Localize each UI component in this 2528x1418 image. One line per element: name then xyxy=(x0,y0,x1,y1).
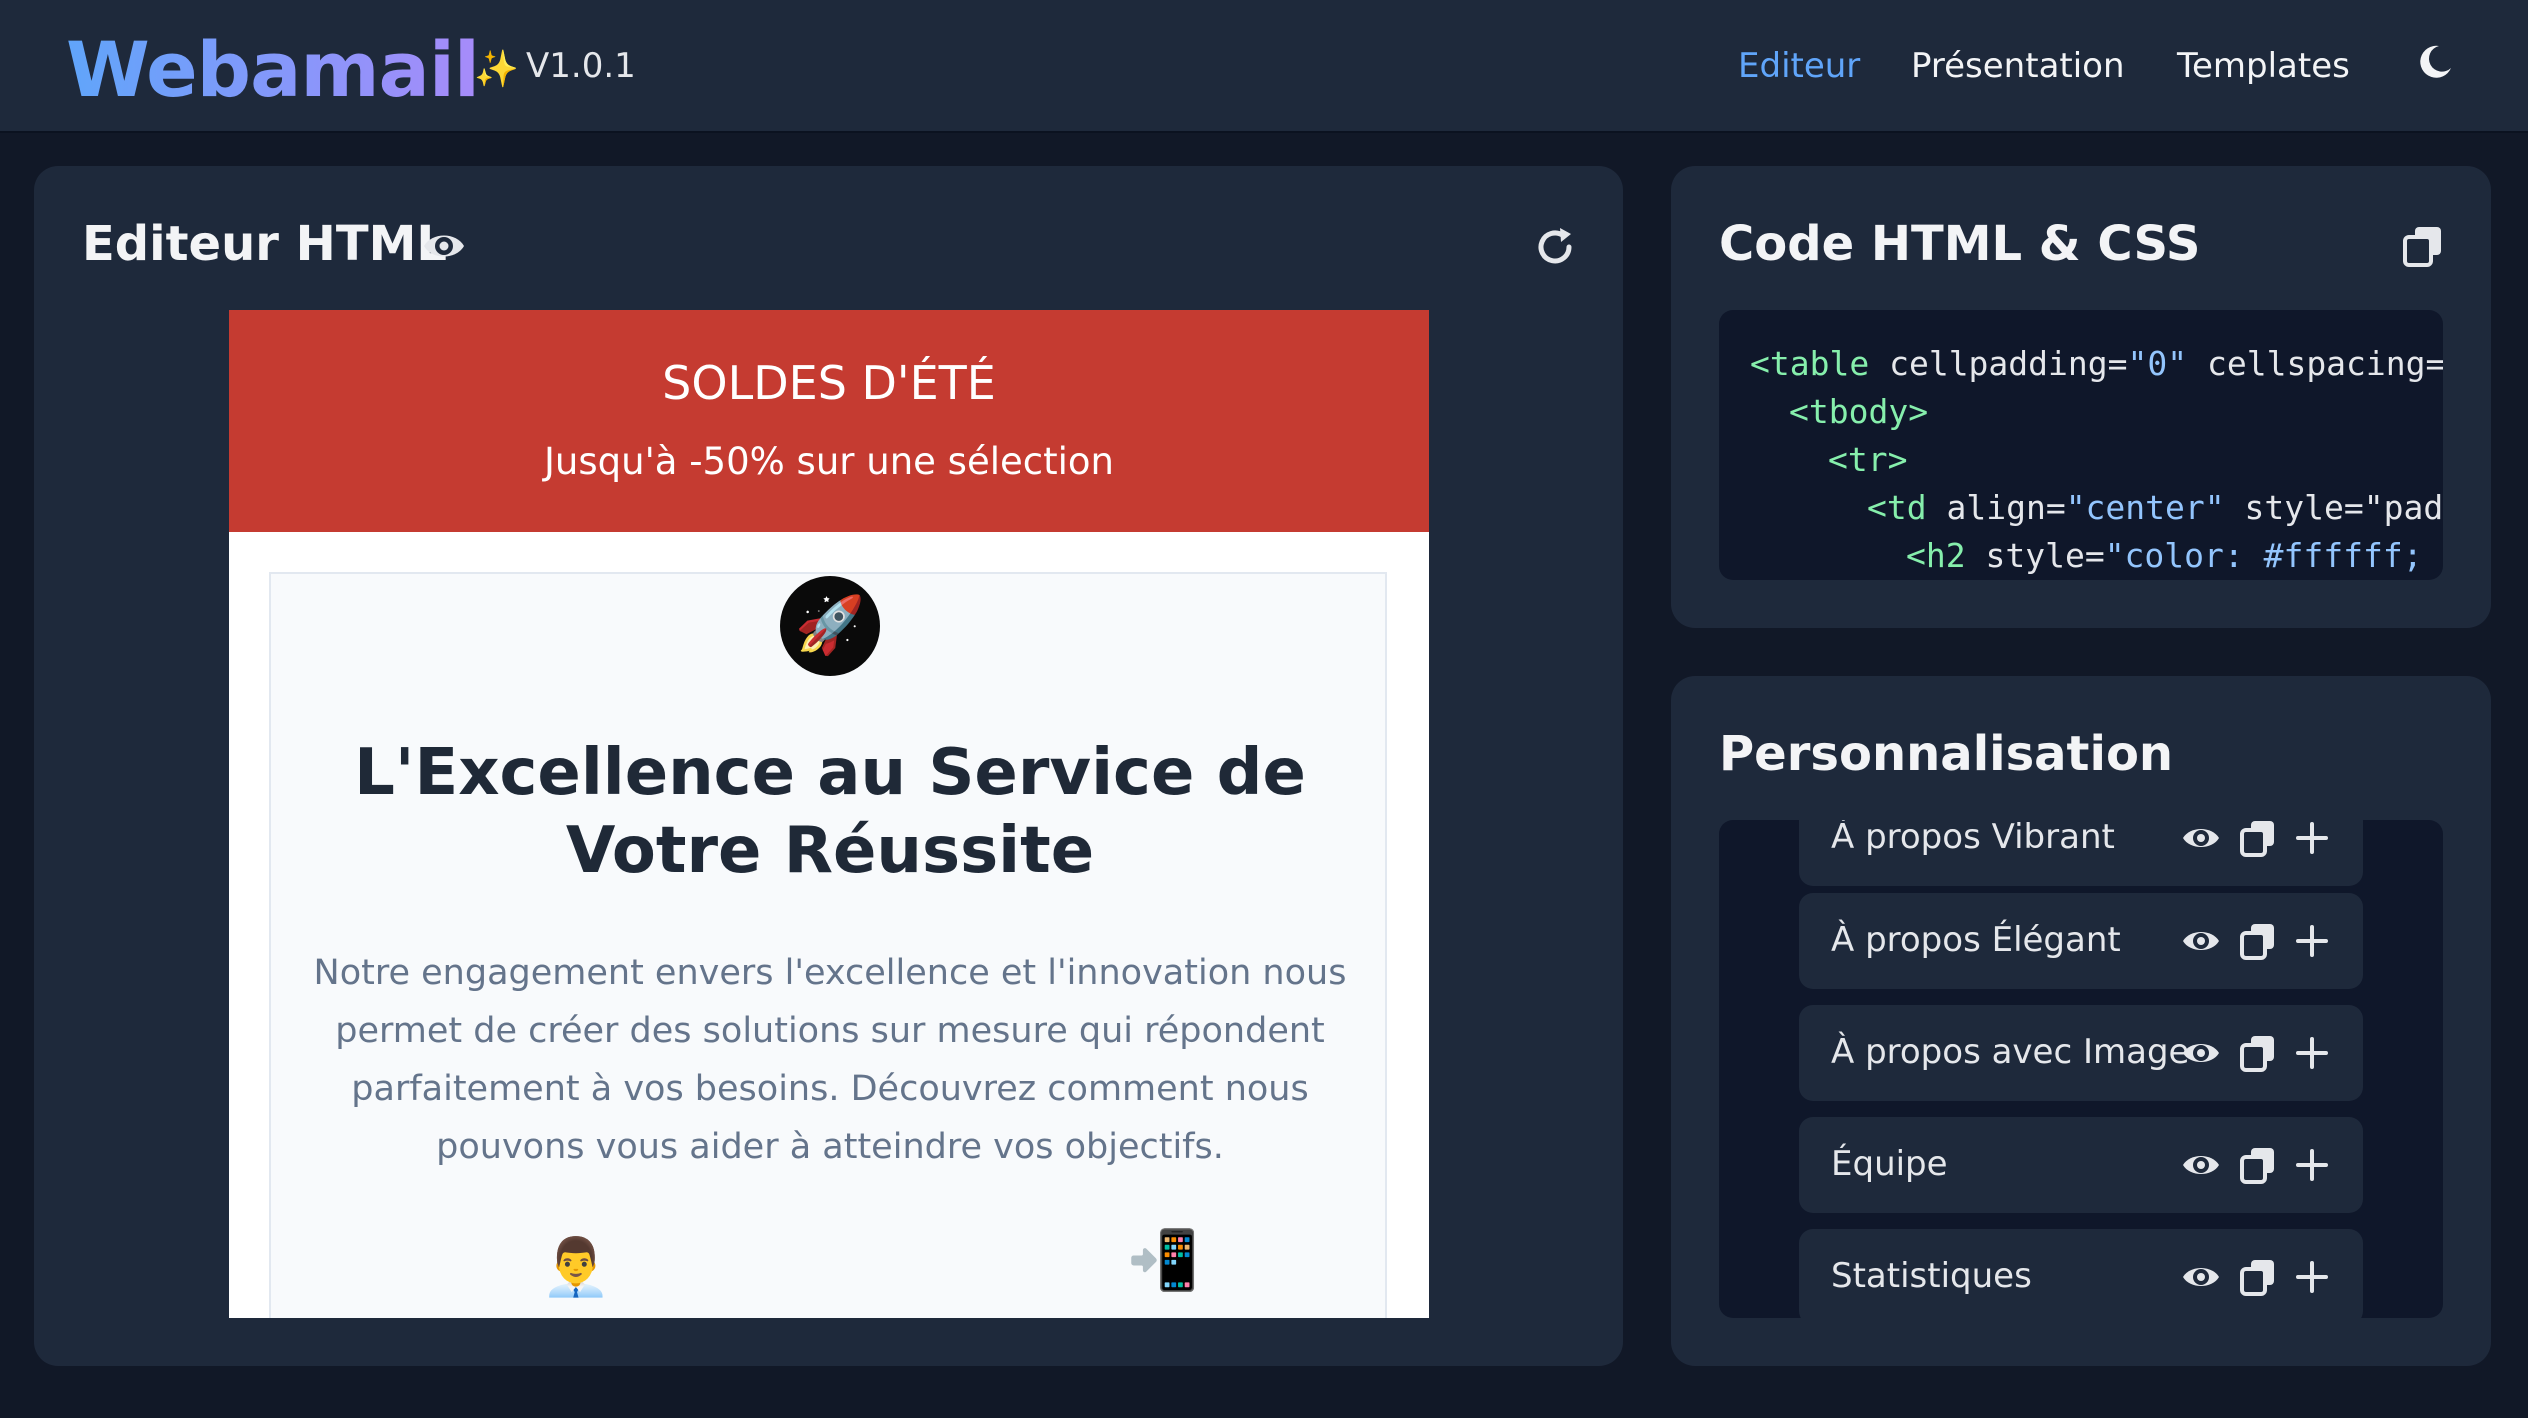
app-logo[interactable]: Webamail xyxy=(66,22,480,118)
block-list[interactable]: À propos Vibrant À propos Élégant À prop… xyxy=(1719,820,2443,1318)
code-viewer[interactable]: <table cellpadding="0" cellspacing=" <tb… xyxy=(1719,310,2443,580)
plus-icon[interactable] xyxy=(2292,820,2332,858)
code-line: <tbody> xyxy=(1789,392,1929,431)
preview-eye-icon[interactable] xyxy=(422,224,466,268)
block-item-equipe[interactable]: Équipe xyxy=(1799,1117,2363,1213)
about-card: 🚀 L'Excellence au Service de Votre Réuss… xyxy=(269,572,1387,1318)
body-paragraph: Notre engagement envers l'excellence et … xyxy=(313,953,1347,1167)
sparkle-icon: ✨ xyxy=(474,49,519,90)
headline: L'Excellence au Service de Votre Réussit… xyxy=(354,736,1306,888)
plus-icon[interactable] xyxy=(2292,1257,2332,1297)
block-item-label: Statistiques xyxy=(1831,1256,2032,1296)
version-label: V1.0.1 xyxy=(526,46,636,86)
eye-icon[interactable] xyxy=(2181,921,2221,961)
eye-icon[interactable] xyxy=(2181,820,2221,858)
refresh-icon[interactable] xyxy=(1533,225,1577,269)
rocket-icon: 🚀 xyxy=(780,576,880,676)
mobile-phone-icon: 📲 xyxy=(1127,1226,1200,1294)
email-preview[interactable]: SOLDES D'ÉTÉ Jusqu'à -50% sur une sélect… xyxy=(229,310,1429,1318)
plus-icon[interactable] xyxy=(2292,921,2332,961)
copy-icon[interactable] xyxy=(2238,921,2278,961)
block-item-statistiques[interactable]: Statistiques xyxy=(1799,1229,2363,1318)
nav-editeur[interactable]: Editeur xyxy=(1738,46,1860,86)
block-item-apropos-elegant[interactable]: À propos Élégant xyxy=(1799,893,2363,989)
block-item-label: À propos avec Image xyxy=(1831,1032,2190,1072)
businessman-icon: 👨‍💼 xyxy=(541,1235,611,1300)
code-title: Code HTML & CSS xyxy=(1719,216,2201,272)
eye-icon[interactable] xyxy=(2181,1257,2221,1297)
plus-icon[interactable] xyxy=(2292,1145,2332,1185)
copy-icon[interactable] xyxy=(2401,224,2445,268)
promo-banner: SOLDES D'ÉTÉ Jusqu'à -50% sur une sélect… xyxy=(229,310,1429,532)
editor-title: Editeur HTML xyxy=(82,216,447,272)
top-bar: Webamail ✨ V1.0.1 Editeur Présentation T… xyxy=(0,0,2528,133)
eye-icon[interactable] xyxy=(2181,1145,2221,1185)
customization-title: Personnalisation xyxy=(1719,726,2174,782)
nav-templates[interactable]: Templates xyxy=(2177,46,2350,86)
code-line: <table cellpadding="0" cellspacing=" xyxy=(1750,344,2443,383)
copy-icon[interactable] xyxy=(2238,820,2278,858)
copy-icon[interactable] xyxy=(2238,1033,2278,1073)
block-item-apropos-image[interactable]: À propos avec Image xyxy=(1799,1005,2363,1101)
eye-icon[interactable] xyxy=(2181,1033,2221,1073)
block-item-label: À propos Vibrant xyxy=(1831,820,2115,857)
code-line: <td align="center" style="padd xyxy=(1867,488,2443,527)
copy-icon[interactable] xyxy=(2238,1145,2278,1185)
plus-icon[interactable] xyxy=(2292,1033,2332,1073)
code-line: <h2 style="color: #ffffff; m xyxy=(1906,536,2443,575)
block-item-apropos-vibrant[interactable]: À propos Vibrant xyxy=(1799,820,2363,886)
block-item-label: À propos Élégant xyxy=(1831,920,2121,960)
banner-subtitle: Jusqu'à -50% sur une sélection xyxy=(544,440,1114,483)
copy-icon[interactable] xyxy=(2238,1257,2278,1297)
block-item-label: Équipe xyxy=(1831,1144,1948,1184)
banner-title: SOLDES D'ÉTÉ xyxy=(662,356,996,410)
code-line: <tr> xyxy=(1828,440,1908,479)
moon-icon[interactable] xyxy=(2415,42,2455,82)
nav-presentation[interactable]: Présentation xyxy=(1911,46,2125,86)
